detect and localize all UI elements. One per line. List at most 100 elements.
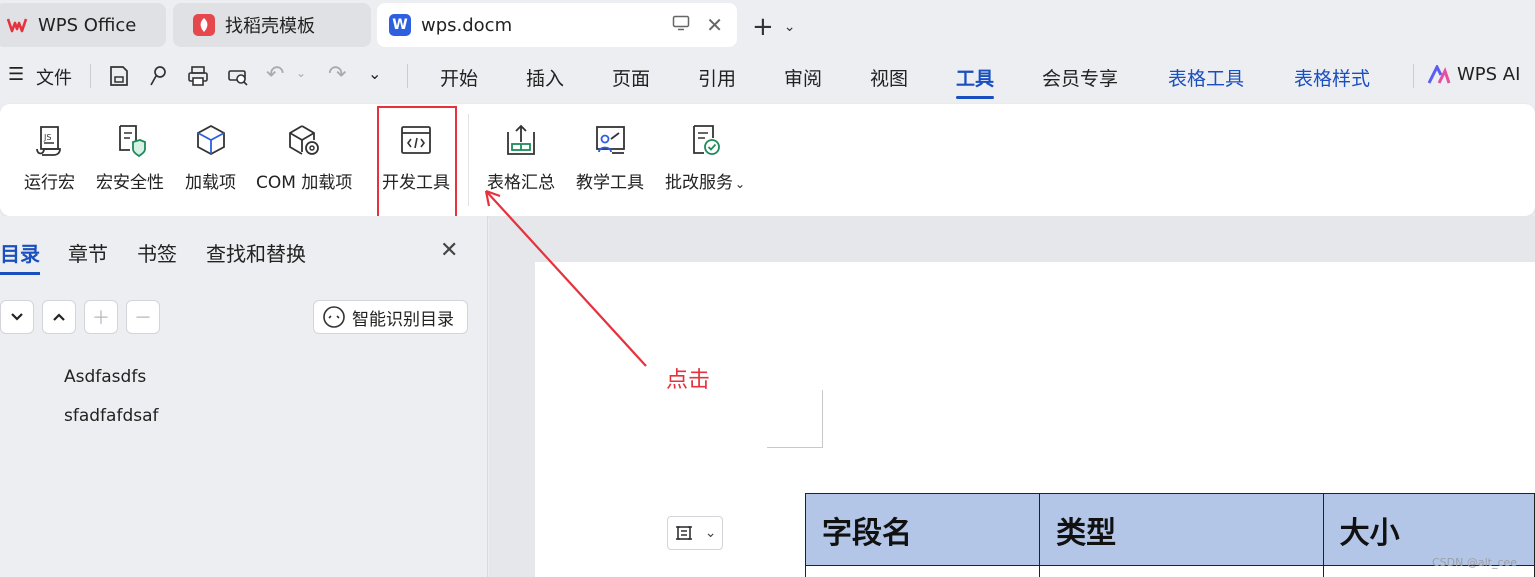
ribbon-label: 运行宏 <box>24 173 75 193</box>
run-macro-icon: JS <box>35 126 61 156</box>
plus-icon: ＋ <box>92 308 110 329</box>
wps-ai-label: WPS AI <box>1457 64 1521 85</box>
tab-bar: WPS Office 找稻壳模板 W wps.docm ✕ + ⌄ <box>0 0 1535 50</box>
teaching-tools-button[interactable]: 教学工具 <box>576 122 644 193</box>
menu-tab-home[interactable]: 开始 <box>440 64 478 91</box>
more-chevron-icon[interactable]: ⌄ <box>368 64 381 83</box>
nav-tab-toc[interactable]: 目录 <box>0 238 40 275</box>
run-macro-button[interactable]: JS 运行宏 <box>24 122 75 193</box>
menu-tab-view[interactable]: 视图 <box>870 64 908 91</box>
ribbon-divider <box>468 114 469 206</box>
ribbon-label: COM 加载项 <box>256 173 353 193</box>
tab-label: wps.docm <box>421 14 513 36</box>
menu-tab-table-tools[interactable]: 表格工具 <box>1168 64 1244 91</box>
smart-toc-label: 智能识别目录 <box>352 309 454 330</box>
toc-item[interactable]: Asdfasdfs <box>64 367 146 387</box>
brush-icon[interactable] <box>147 64 171 93</box>
table-cell[interactable] <box>1039 565 1324 577</box>
document-area: ⌄ 字段名 类型 大小 <box>489 216 1535 577</box>
table-row: 字段名 类型 大小 <box>804 493 1535 566</box>
menu-tab-insert[interactable]: 插入 <box>526 64 564 91</box>
cube-gear-icon <box>289 125 320 155</box>
annotation-highlight-box <box>377 106 457 220</box>
hamburger-icon[interactable]: ☰ <box>8 64 24 85</box>
correction-service-button[interactable]: 批改服务 ⌄ <box>665 122 745 193</box>
wps-ai-icon <box>1427 64 1451 84</box>
new-tab-group: + ⌄ <box>752 12 796 42</box>
divider <box>1413 64 1414 88</box>
tab-label: 找稻壳模板 <box>225 16 315 37</box>
tab-find-template[interactable]: 找稻壳模板 <box>173 3 371 47</box>
com-add-ins-button[interactable]: COM 加载项 <box>256 122 352 193</box>
collapse-down-button[interactable] <box>0 300 34 334</box>
remove-toc-button[interactable]: － <box>126 300 160 334</box>
divider <box>90 64 91 88</box>
document-table[interactable]: 字段名 类型 大小 <box>804 493 1535 577</box>
menu-tab-table-style[interactable]: 表格样式 <box>1294 64 1370 91</box>
add-toc-button[interactable]: ＋ <box>84 300 118 334</box>
tab-wps-office[interactable]: WPS Office <box>0 3 166 47</box>
macro-security-icon <box>119 125 146 158</box>
menu-tab-member[interactable]: 会员专享 <box>1042 64 1118 91</box>
wps-ai-button[interactable]: WPS AI <box>1427 64 1520 85</box>
table-handle-button[interactable]: ⌄ <box>667 516 723 550</box>
correction-service-label: 批改服务 ⌄ <box>665 173 746 193</box>
print-preview-icon[interactable] <box>226 64 250 93</box>
divider <box>407 64 408 88</box>
dropdown-chevron-icon: ⌄ <box>735 177 746 191</box>
table-summary-icon <box>507 124 535 155</box>
close-pane-icon[interactable]: ✕ <box>440 238 458 263</box>
watermark: CSDN @alt_cee <box>1432 556 1518 569</box>
monitor-icon[interactable] <box>672 15 690 36</box>
menu-tab-page[interactable]: 页面 <box>612 64 650 91</box>
add-ins-button[interactable]: 加载项 <box>185 122 236 193</box>
ribbon-label: 加载项 <box>185 173 236 193</box>
table-header-cell[interactable]: 字段名 <box>804 493 1041 566</box>
table-cell[interactable] <box>804 565 1041 577</box>
menu-tab-tools[interactable]: 工具 <box>956 64 995 99</box>
menu-tab-reference[interactable]: 引用 <box>698 64 736 91</box>
menu-tab-review[interactable]: 审阅 <box>784 64 822 91</box>
teaching-board-icon <box>596 126 625 154</box>
toc-item[interactable]: sfadfafdsaf <box>64 406 159 426</box>
macro-security-button[interactable]: 宏安全性 <box>96 122 164 193</box>
close-tab-icon[interactable]: ✕ <box>706 13 723 37</box>
new-tab-plus-icon[interactable]: + <box>752 12 774 42</box>
nav-tab-chapter[interactable]: 章节 <box>68 238 108 267</box>
redo-icon[interactable]: ↷ <box>328 62 346 87</box>
table-select-icon <box>675 526 692 540</box>
tab-label: WPS Office <box>38 14 137 36</box>
undo-dropdown-icon[interactable]: ⌄ <box>296 66 306 80</box>
ribbon-label: 教学工具 <box>576 173 644 193</box>
table-header-cell[interactable]: 大小 <box>1322 493 1535 566</box>
docer-logo-icon <box>193 14 215 36</box>
print-icon[interactable] <box>186 64 210 93</box>
file-menu[interactable]: 文件 <box>36 64 72 90</box>
chevron-up-icon <box>53 313 65 321</box>
chevron-down-icon[interactable]: ⌄ <box>784 19 796 35</box>
smart-toc-button[interactable]: 智能识别目录 <box>313 300 468 334</box>
tab-wps-docm[interactable]: W wps.docm ✕ <box>377 3 737 47</box>
navigation-pane: 目录 章节 书签 查找和替换 ✕ ＋ － 智能识别目录 Asdfasdfs sf… <box>0 216 488 577</box>
writer-logo-icon: W <box>389 14 411 36</box>
minus-icon: － <box>134 308 152 329</box>
ribbon-label: 宏安全性 <box>96 173 164 193</box>
chevron-down-icon <box>11 313 23 321</box>
wps-logo-icon <box>6 14 28 36</box>
table-header-cell[interactable]: 类型 <box>1039 493 1324 566</box>
cube-icon <box>196 124 225 156</box>
expand-up-button[interactable] <box>42 300 76 334</box>
svg-text:JS: JS <box>43 133 51 142</box>
annotation-text: 点击 <box>666 368 711 393</box>
table-summary-button[interactable]: 表格汇总 <box>487 122 555 193</box>
nav-tab-bookmark[interactable]: 书签 <box>137 238 177 267</box>
chevron-down-icon: ⌄ <box>704 525 717 541</box>
ribbon-toolbar: JS 运行宏 宏安全性 加载项 COM 加载项 开发工具 表格汇总 教学工具 批… <box>0 104 1535 216</box>
margin-guide <box>767 447 823 448</box>
undo-icon[interactable]: ↶ <box>266 62 284 87</box>
menu-row: ☰ 文件 ↶ ⌄ ↷ ⌄ 开始 插入 页面 引用 审阅 视图 工具 会员专享 表… <box>0 50 1535 102</box>
margin-guide <box>822 390 823 448</box>
nav-tab-find-replace[interactable]: 查找和替换 <box>206 238 306 267</box>
save-icon[interactable] <box>107 64 131 93</box>
ribbon-label: 表格汇总 <box>487 173 555 193</box>
